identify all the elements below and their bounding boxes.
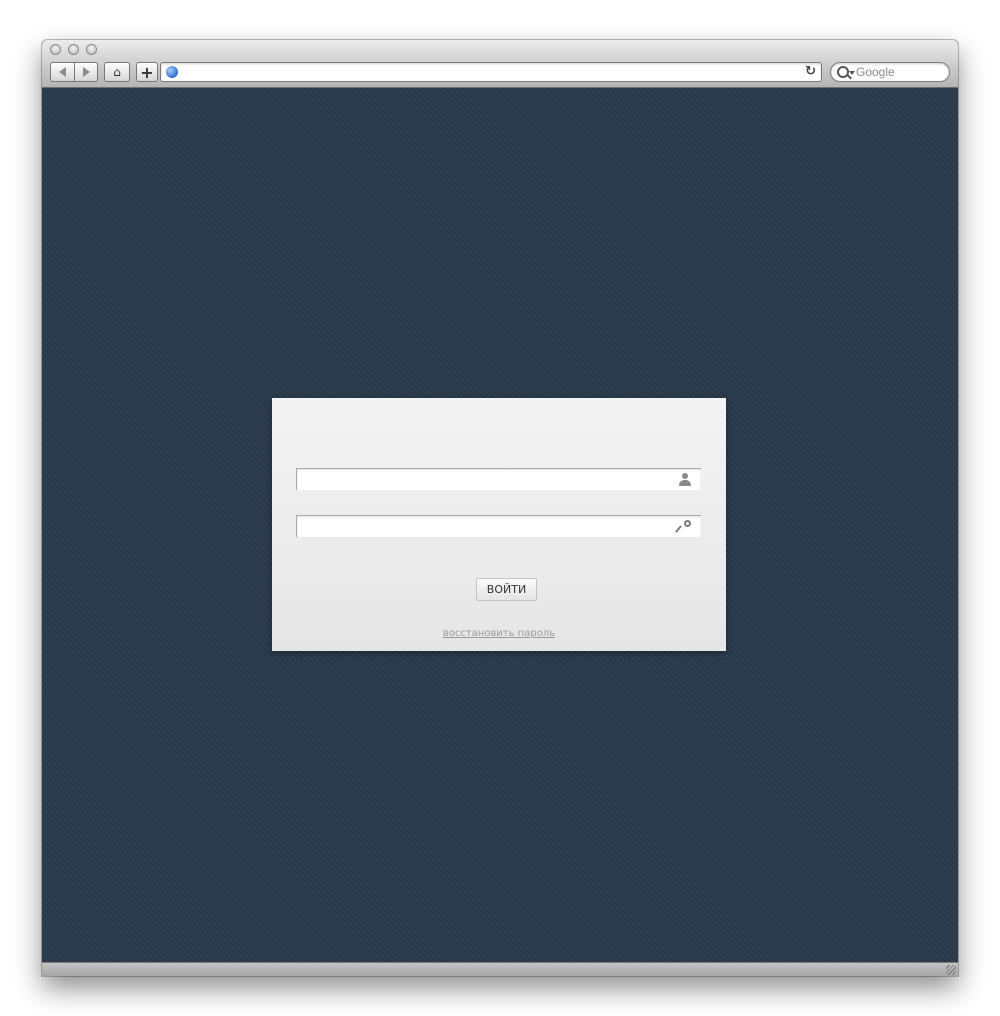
maximize-window-button[interactable] — [86, 44, 97, 55]
forward-arrow-icon — [82, 67, 90, 77]
home-button[interactable]: ⌂ — [104, 62, 130, 82]
chevron-down-icon[interactable] — [849, 71, 855, 75]
search-field[interactable]: Google — [830, 62, 950, 82]
restore-password-link[interactable]: восстановить пароль — [272, 628, 726, 639]
close-window-button[interactable] — [50, 44, 61, 55]
plus-icon: + — [140, 62, 154, 82]
add-bookmark-button[interactable]: + — [136, 62, 158, 82]
browser-toolbar: ⌂ + ↻ Google — [42, 40, 958, 88]
login-field[interactable] — [296, 468, 701, 490]
resize-grip-icon[interactable] — [946, 965, 956, 975]
globe-icon — [166, 66, 178, 78]
login-input[interactable] — [297, 470, 679, 490]
login-form: ВОЙТИ восстановить пароль — [272, 398, 726, 651]
user-icon — [679, 473, 691, 486]
back-arrow-icon — [59, 67, 66, 77]
key-icon — [675, 520, 691, 534]
back-button[interactable] — [50, 62, 74, 82]
nav-buttons — [50, 62, 98, 82]
password-input[interactable] — [297, 517, 679, 537]
minimize-window-button[interactable] — [68, 44, 79, 55]
page-content: СТАТИСТИКА СУПЕРВАЙЗЕРА ВОЙТИ восстанови… — [42, 88, 958, 962]
status-bar — [42, 962, 958, 976]
login-button[interactable]: ВОЙТИ — [476, 578, 537, 601]
forward-button[interactable] — [74, 62, 98, 82]
reload-icon[interactable]: ↻ — [805, 64, 816, 79]
search-placeholder: Google — [856, 65, 895, 79]
password-field[interactable] — [296, 515, 701, 537]
address-bar[interactable]: ↻ — [160, 62, 822, 82]
browser-window: ⌂ + ↻ Google СТАТИСТИКА СУПЕРВАЙЗЕРА — [42, 40, 958, 976]
search-icon[interactable] — [837, 66, 849, 78]
home-icon: ⌂ — [113, 65, 121, 79]
